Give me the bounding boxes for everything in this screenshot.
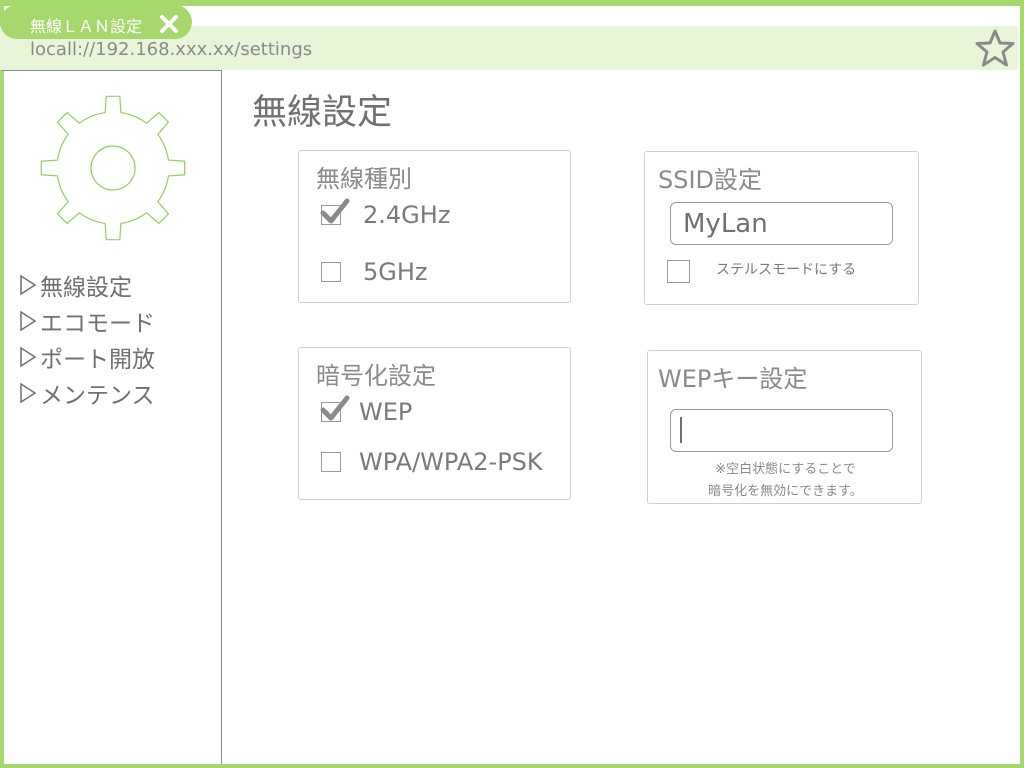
triangle-right-icon bbox=[20, 346, 37, 368]
option-2-4ghz[interactable]: 2.4GHz bbox=[320, 198, 451, 229]
option-wep[interactable]: WEP bbox=[320, 395, 413, 426]
star-icon[interactable] bbox=[975, 28, 1015, 68]
panel-title: WEPキー設定 bbox=[658, 365, 808, 393]
sidebar-item-maintenance[interactable]: メンテンス bbox=[18, 375, 155, 411]
sidebar-item-eco-mode[interactable]: エコモード bbox=[18, 303, 155, 339]
option-wpa[interactable]: WPA/WPA2-PSK bbox=[321, 448, 543, 476]
triangle-right-icon bbox=[20, 382, 37, 404]
triangle-right-icon bbox=[20, 274, 37, 296]
sidebar-nav: 無線設定 エコモード ポート開放 メンテンス bbox=[18, 267, 155, 411]
panel-title: 暗号化設定 bbox=[316, 362, 436, 390]
sidebar-item-port-forwarding[interactable]: ポート開放 bbox=[18, 339, 155, 375]
sidebar: 無線設定 エコモード ポート開放 メンテンス bbox=[2, 70, 222, 764]
gear-icon bbox=[40, 95, 186, 241]
triangle-right-icon bbox=[20, 310, 37, 332]
sidebar-item-label: 無線設定 bbox=[40, 275, 132, 301]
ssid-panel: SSID設定 ステルスモードにする bbox=[644, 151, 919, 305]
panel-title: 無線種別 bbox=[316, 165, 412, 193]
checkmark-icon bbox=[320, 395, 350, 421]
tab-title: 無線ＬＡＮ設定 bbox=[30, 17, 143, 36]
stealth-mode-option[interactable]: ステルスモードにする bbox=[667, 260, 856, 283]
sidebar-item-label: メンテンス bbox=[40, 383, 155, 409]
option-5ghz[interactable]: 5GHz bbox=[321, 258, 428, 286]
wep-key-field[interactable] bbox=[670, 409, 893, 452]
checkbox-5ghz[interactable] bbox=[321, 262, 341, 282]
wep-key-input[interactable] bbox=[670, 409, 893, 452]
wireless-type-panel: 無線種別 2.4GHz 5GHz bbox=[298, 150, 571, 303]
wep-note-line1: ※空白状態にすることで bbox=[715, 462, 856, 477]
sidebar-item-label: エコモード bbox=[40, 311, 155, 337]
checkbox-wpa[interactable] bbox=[321, 452, 341, 472]
stealth-mode-checkbox[interactable] bbox=[667, 260, 690, 283]
sidebar-item-label: ポート開放 bbox=[40, 347, 155, 373]
checkbox-2-4ghz[interactable] bbox=[320, 198, 350, 225]
panel-title: SSID設定 bbox=[658, 166, 763, 194]
encryption-panel: 暗号化設定 WEP WPA/WPA2-PSK bbox=[298, 347, 571, 500]
ssid-input[interactable] bbox=[670, 202, 893, 245]
wep-key-panel: WEPキー設定 ※空白状態にすることで 暗号化を無効にできます。 bbox=[647, 350, 922, 504]
address-url[interactable]: locall://192.168.xxx.xx/settings bbox=[30, 39, 312, 60]
close-icon[interactable] bbox=[158, 13, 180, 35]
checkmark-icon bbox=[320, 198, 350, 224]
option-label: 5GHz bbox=[363, 258, 428, 286]
option-label: WEP bbox=[359, 398, 413, 426]
sidebar-item-wireless[interactable]: 無線設定 bbox=[18, 267, 155, 303]
stealth-mode-label: ステルスモードにする bbox=[716, 261, 857, 278]
option-label: 2.4GHz bbox=[363, 201, 451, 229]
wep-note-line2: 暗号化を無効にできます。 bbox=[708, 484, 863, 499]
page-title: 無線設定 bbox=[252, 93, 393, 133]
browser-tab[interactable]: 無線ＬＡＮ設定 bbox=[0, 5, 192, 39]
checkbox-wep[interactable] bbox=[320, 395, 350, 422]
option-label: WPA/WPA2-PSK bbox=[359, 448, 543, 476]
text-caret bbox=[680, 417, 682, 443]
